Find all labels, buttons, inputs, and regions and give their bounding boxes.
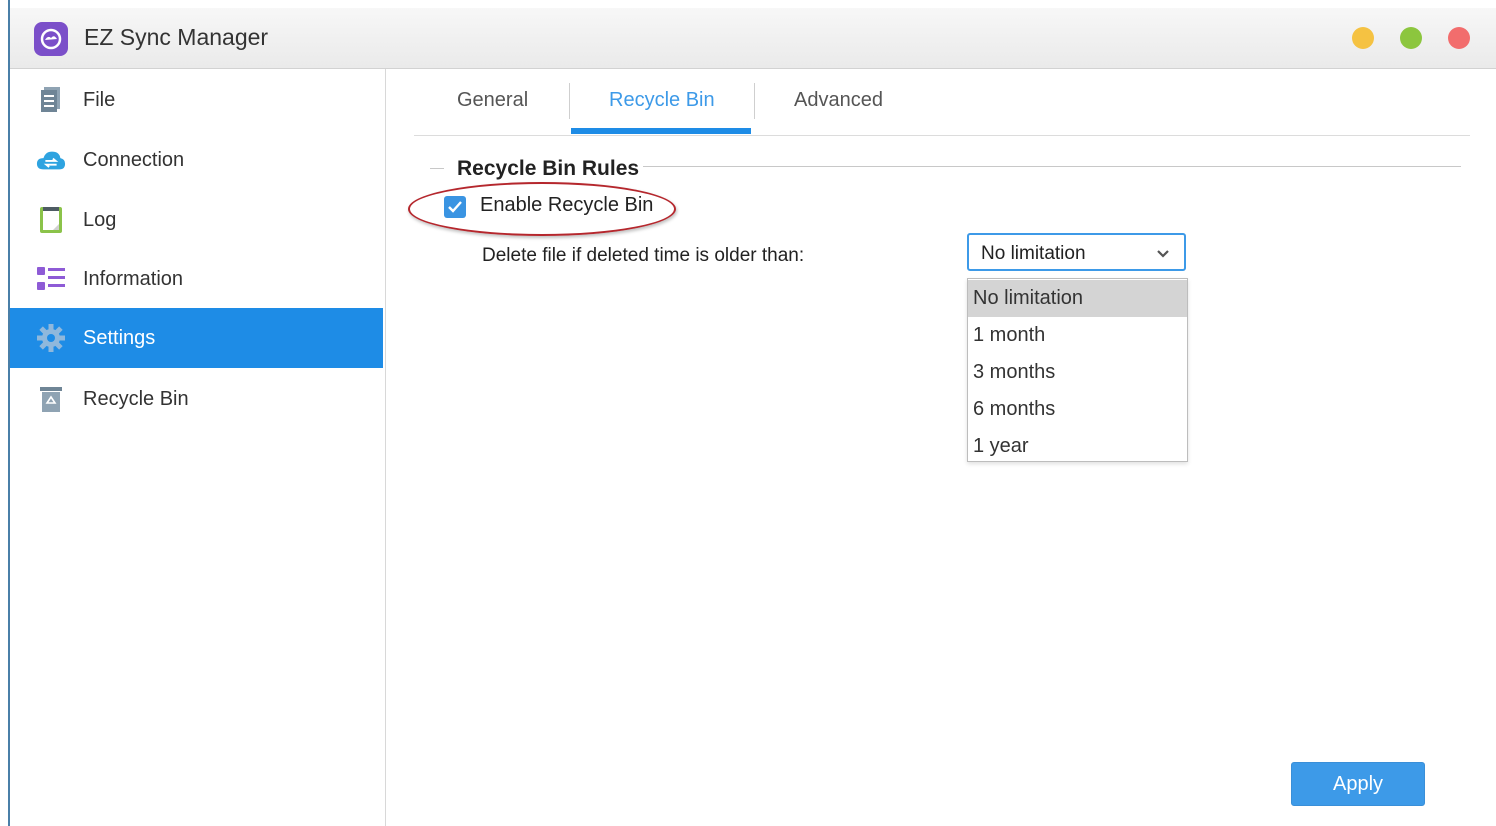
minimize-button[interactable]	[1352, 27, 1374, 49]
file-icon	[36, 85, 66, 115]
app-title: EZ Sync Manager	[84, 24, 269, 50]
sidebar-item-log[interactable]: Log	[10, 191, 383, 249]
sidebar-item-label: Connection	[83, 148, 185, 171]
checkmark-icon	[448, 201, 462, 213]
tab-advanced[interactable]: Advanced	[794, 89, 883, 112]
chevron-down-icon	[1156, 246, 1170, 264]
desktop-edge	[0, 0, 10, 826]
retention-dropdown: No limitation 1 month 3 months 6 months …	[967, 278, 1188, 462]
tab-separator	[569, 83, 570, 119]
dropdown-option[interactable]: 1 year	[968, 428, 1187, 465]
close-button[interactable]	[1448, 27, 1470, 49]
app-logo-icon	[34, 22, 68, 56]
cloud-sync-icon	[36, 145, 66, 175]
sidebar-item-connection[interactable]: Connection	[10, 131, 383, 189]
list-icon	[36, 264, 66, 294]
tab-separator	[754, 83, 755, 119]
apply-button[interactable]: Apply	[1291, 762, 1425, 806]
sidebar-item-label: Settings	[83, 326, 156, 349]
section-divider	[430, 168, 444, 169]
app-window: EZ Sync Manager File Connection Log Info…	[10, 8, 1496, 826]
active-tab-indicator	[571, 128, 751, 134]
section-title: Recycle Bin Rules	[457, 157, 640, 180]
enable-recycle-bin-label[interactable]: Enable Recycle Bin	[480, 194, 653, 217]
maximize-button[interactable]	[1400, 27, 1422, 49]
dropdown-option[interactable]: 6 months	[968, 391, 1187, 428]
gear-icon	[36, 323, 66, 353]
sidebar-item-settings[interactable]: Settings	[10, 308, 383, 368]
tab-recycle-bin[interactable]: Recycle Bin	[609, 89, 715, 112]
tab-bar: General Recycle Bin Advanced	[414, 69, 1470, 136]
sidebar-item-label: File	[83, 88, 116, 111]
sidebar-item-label: Log	[83, 208, 117, 231]
retention-select-value: No limitation	[981, 243, 1086, 264]
enable-recycle-bin-checkbox[interactable]	[444, 196, 466, 218]
delete-older-label: Delete file if deleted time is older tha…	[482, 245, 805, 266]
sidebar-item-recycle-bin[interactable]: Recycle Bin	[10, 370, 383, 428]
dropdown-option[interactable]: No limitation	[968, 280, 1187, 317]
section-divider	[643, 166, 1461, 167]
settings-panel: General Recycle Bin Advanced Recycle Bin…	[386, 69, 1496, 826]
log-icon	[36, 205, 66, 235]
sidebar: File Connection Log Information Settings…	[10, 69, 386, 826]
sidebar-item-file[interactable]: File	[10, 71, 383, 129]
dropdown-option[interactable]: 3 months	[968, 354, 1187, 391]
dropdown-option[interactable]: 1 month	[968, 317, 1187, 354]
tab-general[interactable]: General	[457, 89, 528, 112]
recycle-bin-icon	[36, 384, 66, 414]
title-bar: EZ Sync Manager	[10, 8, 1496, 69]
sidebar-item-information[interactable]: Information	[10, 250, 383, 308]
sidebar-item-label: Information	[83, 267, 184, 290]
retention-select[interactable]: No limitation	[967, 233, 1186, 271]
sidebar-item-label: Recycle Bin	[83, 387, 189, 410]
